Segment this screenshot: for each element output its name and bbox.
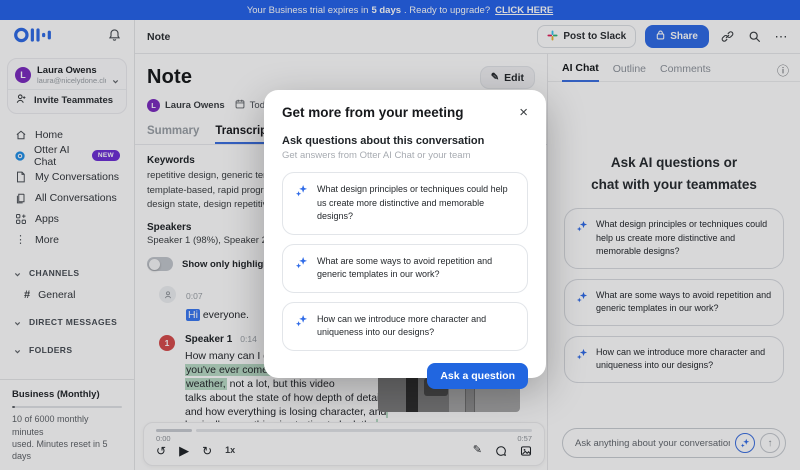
- ai-sparkle-icon: [295, 184, 308, 224]
- ask-a-question-button[interactable]: Ask a question: [427, 362, 528, 389]
- otter-app: Your Business trial expires in 5 days. R…: [0, 0, 800, 470]
- suggested-question-card[interactable]: How can we introduce more character and …: [282, 301, 528, 351]
- suggested-question-card[interactable]: What are some ways to avoid repetition a…: [282, 243, 528, 293]
- modal-subtext: Get answers from Otter AI Chat or your t…: [282, 150, 471, 161]
- ai-sparkle-icon: [295, 256, 308, 282]
- suggested-question-text: What are some ways to avoid repetition a…: [317, 255, 493, 280]
- suggested-question-text: How can we introduce more character and …: [317, 313, 487, 338]
- close-icon[interactable]: ×: [519, 105, 528, 120]
- suggested-question-text: What design principles or techniques cou…: [317, 184, 508, 221]
- modal-title: Get more from your meeting: [282, 105, 464, 120]
- suggested-question-card[interactable]: What design principles or techniques cou…: [282, 172, 528, 235]
- get-more-modal: Get more from your meeting × Ask questio…: [264, 90, 546, 389]
- modal-subtitle: Ask questions about this conversation: [282, 135, 485, 147]
- ai-sparkle-icon: [295, 314, 308, 340]
